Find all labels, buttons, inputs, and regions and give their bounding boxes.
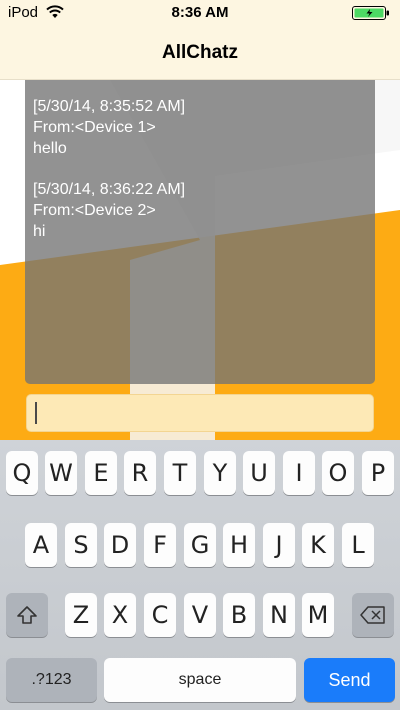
key-e[interactable]: E [85,451,117,495]
page-title: AllChatz [162,42,238,63]
key-n[interactable]: N [263,593,295,637]
navigation-bar: AllChatz [0,26,400,80]
keyboard: Q W E R T Y U I O P A S D F G H J K L Z … [0,440,400,710]
message-sender: From:<Device 2> [33,202,156,219]
delete-key[interactable] [352,593,394,637]
key-d[interactable]: D [104,523,136,567]
message-text: hi [33,223,46,240]
chat-log[interactable]: [5/30/14, 8:35:52 AM] From:<Device 1> he… [25,80,375,384]
text-caret [35,402,37,424]
numbers-key[interactable]: .?123 [6,658,97,702]
key-p[interactable]: P [362,451,394,495]
battery-icon [352,6,389,20]
chat-message: [5/30/14, 8:35:52 AM] From:<Device 1> he… [33,96,367,159]
key-m[interactable]: M [302,593,334,637]
key-h[interactable]: H [223,523,255,567]
message-text: hello [33,140,67,157]
key-k[interactable]: K [302,523,334,567]
chat-message: [5/30/14, 8:36:22 AM] From:<Device 2> hi [33,179,367,242]
key-a[interactable]: A [25,523,57,567]
key-c[interactable]: C [144,593,176,637]
key-g[interactable]: G [184,523,216,567]
message-timestamp: [5/30/14, 8:36:22 AM] [33,181,186,198]
shift-icon [17,606,37,624]
key-r[interactable]: R [124,451,156,495]
message-timestamp: [5/30/14, 8:35:52 AM] [33,98,186,115]
delete-icon [360,606,385,624]
key-w[interactable]: W [45,451,77,495]
key-x[interactable]: X [104,593,136,637]
key-j[interactable]: J [263,523,295,567]
key-t[interactable]: T [164,451,196,495]
key-y[interactable]: Y [204,451,236,495]
key-f[interactable]: F [144,523,176,567]
key-v[interactable]: V [184,593,216,637]
message-sender: From:<Device 1> [33,119,156,136]
key-z[interactable]: Z [65,593,97,637]
send-button[interactable]: Send [304,658,395,702]
key-q[interactable]: Q [6,451,38,495]
space-key[interactable]: space [104,658,296,702]
status-time: 8:36 AM [171,4,229,21]
key-u[interactable]: U [243,451,275,495]
key-i[interactable]: I [283,451,315,495]
key-o[interactable]: O [322,451,354,495]
key-s[interactable]: S [65,523,97,567]
key-l[interactable]: L [342,523,374,567]
status-bar: iPod 8:36 AM [0,0,400,26]
message-input[interactable] [26,394,374,432]
key-b[interactable]: B [223,593,255,637]
shift-key[interactable] [6,593,48,637]
